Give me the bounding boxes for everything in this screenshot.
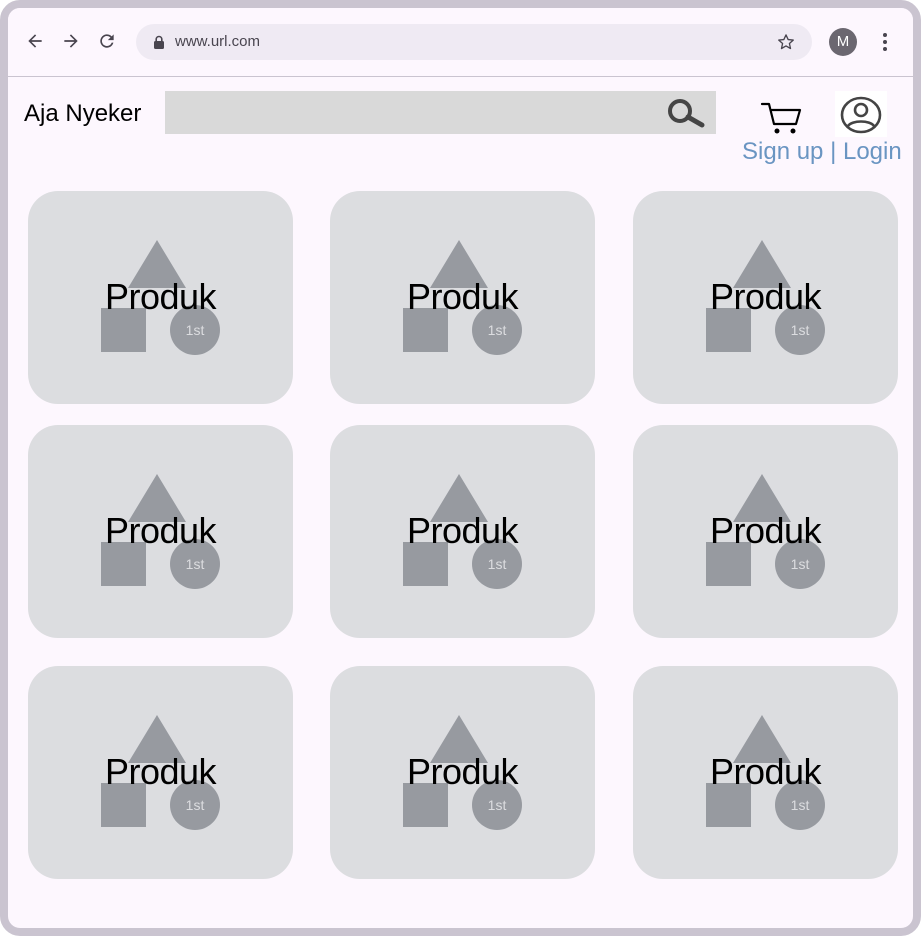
auth-links: Sign up | Login	[742, 138, 902, 166]
browser-toolbar: www.url.com M	[8, 8, 913, 77]
cart-icon[interactable]	[760, 100, 804, 136]
star-icon[interactable]	[776, 32, 796, 52]
product-card[interactable]: 1st Produk	[28, 191, 293, 404]
product-card[interactable]: 1st Produk	[633, 425, 898, 638]
rank-badge: 1st	[791, 556, 810, 572]
lock-icon	[154, 35, 164, 49]
account-button[interactable]	[835, 91, 887, 137]
rank-badge: 1st	[488, 797, 507, 813]
profile-avatar[interactable]: M	[829, 28, 857, 56]
product-card[interactable]: 1st Produk	[633, 191, 898, 404]
search-input[interactable]	[165, 91, 716, 134]
rank-badge: 1st	[791, 322, 810, 338]
product-title: Produk	[406, 751, 519, 792]
back-button[interactable]	[24, 30, 46, 52]
product-title: Produk	[709, 751, 822, 792]
user-icon	[840, 96, 882, 134]
more-vert-icon[interactable]	[876, 30, 894, 54]
reload-button[interactable]	[96, 30, 118, 52]
product-title: Produk	[709, 510, 822, 551]
forward-button[interactable]	[60, 30, 82, 52]
product-title: Produk	[406, 510, 519, 551]
auth-separator: |	[823, 138, 843, 165]
url-text: www.url.com	[175, 33, 261, 50]
product-title: Produk	[709, 276, 822, 317]
product-card[interactable]: 1st Produk	[28, 666, 293, 879]
product-title: Produk	[104, 276, 217, 317]
signup-link[interactable]: Sign up	[742, 138, 823, 165]
rank-badge: 1st	[488, 322, 507, 338]
product-title: Produk	[104, 510, 217, 551]
rank-badge: 1st	[488, 556, 507, 572]
rank-badge: 1st	[186, 322, 205, 338]
product-card[interactable]: 1st Produk	[633, 666, 898, 879]
rank-badge: 1st	[186, 556, 205, 572]
product-title: Produk	[104, 751, 217, 792]
back-arrow-icon	[28, 34, 42, 48]
product-title: Produk	[406, 276, 519, 317]
product-card[interactable]: 1st Produk	[330, 666, 595, 879]
login-link[interactable]: Login	[843, 138, 902, 165]
rank-badge: 1st	[186, 797, 205, 813]
reload-icon	[100, 34, 114, 48]
rank-badge: 1st	[791, 797, 810, 813]
search-icon[interactable]	[664, 98, 706, 128]
product-card[interactable]: 1st Produk	[28, 425, 293, 638]
forward-arrow-icon	[64, 34, 78, 48]
product-card[interactable]: 1st Produk	[330, 425, 595, 638]
browser-window: www.url.com M Aja Nyeker Sign up | Login…	[0, 0, 921, 936]
address-bar[interactable]: www.url.com	[136, 24, 812, 60]
site-brand[interactable]: Aja Nyeker	[24, 100, 141, 128]
product-card[interactable]: 1st Produk	[330, 191, 595, 404]
